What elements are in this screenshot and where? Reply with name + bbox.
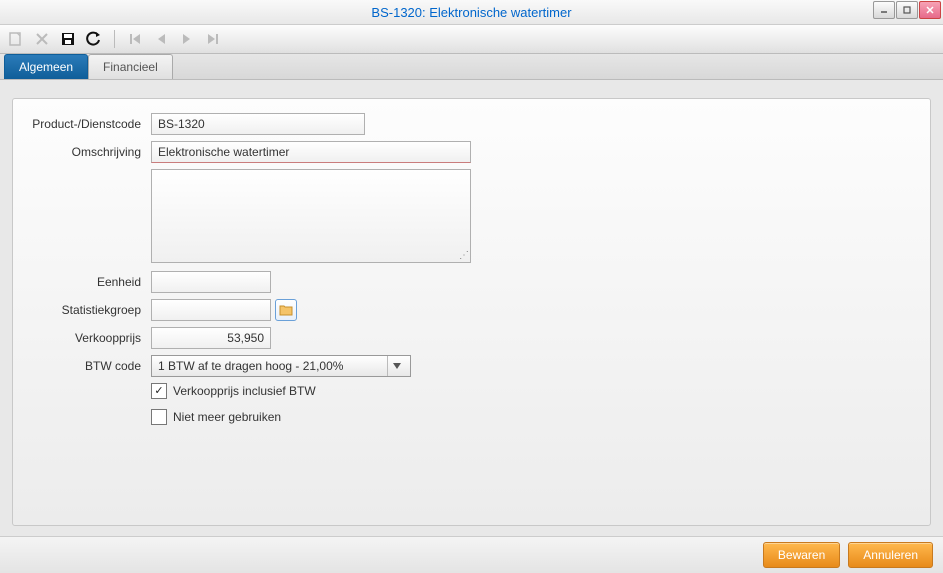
prev-record-icon[interactable] xyxy=(151,29,171,49)
browse-folder-icon[interactable] xyxy=(275,299,297,321)
maximize-button[interactable] xyxy=(896,1,918,19)
minimize-button[interactable] xyxy=(873,1,895,19)
save-icon[interactable] xyxy=(58,29,78,49)
label-desc: Omschrijving xyxy=(27,141,151,159)
save-button[interactable]: Bewaren xyxy=(763,542,840,568)
cancel-button[interactable]: Annuleren xyxy=(848,542,933,568)
window-title: BS-1320: Elektronische watertimer xyxy=(371,5,571,20)
vat-code-value: 1 BTW af te dragen hoog - 21,00% xyxy=(158,359,343,373)
title-bar: BS-1320: Elektronische watertimer xyxy=(0,0,943,25)
dont-use-checkbox[interactable] xyxy=(151,409,167,425)
sales-price-field[interactable] xyxy=(151,327,271,349)
long-description-field[interactable] xyxy=(151,169,471,263)
tab-general[interactable]: Algemeen xyxy=(4,54,88,79)
tab-bar: Algemeen Financieel xyxy=(0,54,943,80)
last-record-icon[interactable] xyxy=(203,29,223,49)
dont-use-label: Niet meer gebruiken xyxy=(173,410,281,424)
statistics-group-field[interactable] xyxy=(151,299,271,321)
vat-code-select[interactable]: 1 BTW af te dragen hoog - 21,00% xyxy=(151,355,411,377)
separator xyxy=(114,30,115,48)
price-incl-vat-label: Verkoopprijs inclusief BTW xyxy=(173,384,316,398)
close-button[interactable] xyxy=(919,1,941,19)
unit-field[interactable] xyxy=(151,271,271,293)
footer: Bewaren Annuleren xyxy=(0,536,943,573)
new-icon[interactable] xyxy=(6,29,26,49)
undo-icon[interactable] xyxy=(84,29,104,49)
price-incl-vat-checkbox[interactable] xyxy=(151,383,167,399)
product-code-field[interactable] xyxy=(151,113,365,135)
next-record-icon[interactable] xyxy=(177,29,197,49)
label-stat: Statistiekgroep xyxy=(27,299,151,317)
chevron-down-icon xyxy=(387,356,406,376)
description-field[interactable] xyxy=(151,141,471,163)
window: BS-1320: Elektronische watertimer xyxy=(0,0,943,573)
tab-financial[interactable]: Financieel xyxy=(88,54,173,79)
toolbar xyxy=(0,25,943,54)
label-unit: Eenheid xyxy=(27,271,151,289)
content-area: Product-/Dienstcode Omschrijving ⋰ Eenhe… xyxy=(0,80,943,536)
delete-icon[interactable] xyxy=(32,29,52,49)
label-price: Verkoopprijs xyxy=(27,327,151,345)
form-panel: Product-/Dienstcode Omschrijving ⋰ Eenhe… xyxy=(12,98,931,526)
label-code: Product-/Dienstcode xyxy=(27,113,151,131)
first-record-icon[interactable] xyxy=(125,29,145,49)
label-vat: BTW code xyxy=(27,355,151,373)
window-controls xyxy=(873,1,941,19)
